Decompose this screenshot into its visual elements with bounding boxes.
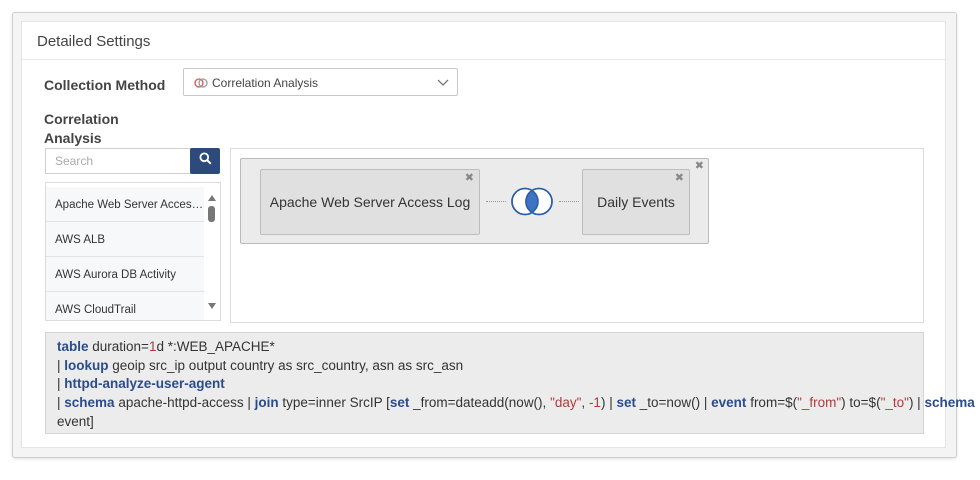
query-keyword: set xyxy=(616,395,636,411)
query-line: | httpd-analyze-user-agent xyxy=(57,375,923,394)
query-text: type=inner SrcIP [ xyxy=(278,395,390,411)
chevron-down-icon xyxy=(437,76,449,90)
left-node-label: Apache Web Server Access Log xyxy=(269,194,471,210)
query-text: ) | xyxy=(908,395,925,411)
query-string: "day" xyxy=(550,395,582,411)
query-string: "_to" xyxy=(880,395,909,411)
collection-method-value: Correlation Analysis xyxy=(212,76,319,90)
query-line: | schema apache-httpd-access | join type… xyxy=(57,394,975,413)
settings-panel: Detailed Settings Collection Method Corr… xyxy=(12,12,975,458)
query-text: d *:WEB_APACHE* xyxy=(156,339,275,354)
query-text: _from=dateadd(now(), xyxy=(409,395,551,411)
close-icon[interactable]: ✖ xyxy=(465,173,474,184)
left-source-node[interactable]: Apache Web Server Access Log ✖ xyxy=(260,169,480,235)
search-icon xyxy=(199,152,212,170)
correlation-analysis-label: Correlation Analysis xyxy=(44,111,119,146)
query-line: table duration=1d *:WEB_APACHE* xyxy=(57,338,923,357)
scroll-up-icon[interactable] xyxy=(207,189,217,207)
close-icon[interactable]: ✖ xyxy=(695,161,704,172)
query-line: | lookup geoip src_ip output country as … xyxy=(57,357,923,376)
query-text: , xyxy=(581,395,589,411)
query-editor[interactable]: table duration=1d *:WEB_APACHE* | lookup… xyxy=(45,332,975,434)
collection-method-select[interactable]: Correlation Analysis xyxy=(183,68,458,96)
scroll-thumb[interactable] xyxy=(208,206,215,222)
list-scrollbar[interactable] xyxy=(204,183,220,320)
right-source-node[interactable]: Daily Events ✖ xyxy=(582,169,690,235)
close-icon[interactable]: ✖ xyxy=(675,173,684,184)
query-text: ) | xyxy=(600,395,617,411)
query-text: _to=now() | xyxy=(635,395,712,411)
list-item[interactable]: AWS Aurora DB Activity xyxy=(46,257,204,292)
collection-method-label: Collection Method xyxy=(44,77,166,93)
list-item[interactable]: AWS CloudTrail xyxy=(46,292,204,320)
query-text: from=$( xyxy=(746,395,798,411)
source-list: Apache Web Server Access Log AWS ALB AWS… xyxy=(45,182,221,321)
query-string: "_from" xyxy=(797,395,842,411)
query-keyword: lookup xyxy=(64,357,109,373)
right-node-label: Daily Events xyxy=(597,194,675,210)
query-keyword: httpd-analyze-user-agent xyxy=(64,376,225,392)
section-title: Detailed Settings xyxy=(22,22,945,60)
query-line: event] xyxy=(57,413,923,432)
search-input[interactable] xyxy=(45,148,191,174)
connector-line xyxy=(559,201,579,202)
scroll-down-icon[interactable] xyxy=(207,297,217,315)
query-text: geoip src_ip output country as src_count… xyxy=(108,357,464,373)
query-number: -1 xyxy=(588,395,601,411)
list-item[interactable]: Apache Web Server Access Log xyxy=(46,187,204,222)
query-keyword: schema xyxy=(924,395,975,411)
list-item[interactable]: AWS ALB xyxy=(46,222,204,257)
connector-line xyxy=(486,201,506,202)
query-keyword: table xyxy=(57,339,89,354)
query-text: event] xyxy=(57,413,94,429)
query-keyword: event xyxy=(711,395,747,411)
venn-icon xyxy=(194,77,208,91)
venn-inner-join-icon[interactable] xyxy=(509,186,555,222)
search-button[interactable] xyxy=(190,148,220,174)
query-keyword: schema xyxy=(64,395,115,411)
query-text: duration= xyxy=(88,339,149,354)
query-text: apache-httpd-access | xyxy=(114,395,255,411)
query-keyword: set xyxy=(389,395,410,411)
query-keyword: join xyxy=(254,395,279,411)
correlation-group: Apache Web Server Access Log ✖ Daily Eve… xyxy=(240,158,709,244)
correlation-canvas: Apache Web Server Access Log ✖ Daily Eve… xyxy=(230,148,924,323)
query-text: ) to=$( xyxy=(841,395,881,411)
detailed-settings-card: Detailed Settings Collection Method Corr… xyxy=(21,21,975,448)
